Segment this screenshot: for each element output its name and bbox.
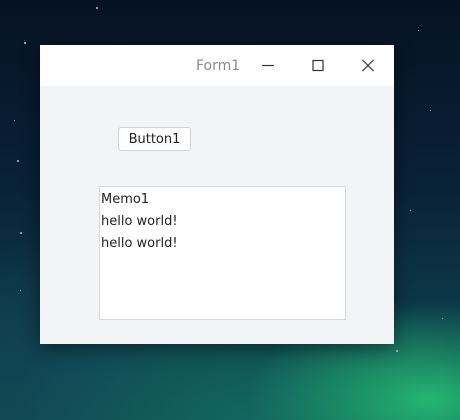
star: [17, 160, 19, 162]
star: [20, 290, 21, 291]
memo-line: Memo1: [101, 192, 150, 207]
star: [442, 318, 443, 319]
form1-window[interactable]: Form1 Button1 Memo1 hello world! hello w…: [40, 45, 394, 344]
minimize-button[interactable]: [251, 55, 285, 77]
close-icon: [362, 59, 374, 72]
star: [96, 7, 98, 9]
star: [20, 232, 22, 234]
memo-line: hello world!: [101, 236, 178, 251]
maximize-icon: [312, 59, 324, 72]
star: [396, 350, 398, 352]
star: [24, 42, 26, 44]
star: [410, 210, 411, 211]
memo1-textarea[interactable]: Memo1 hello world! hello world!: [99, 186, 346, 320]
maximize-button[interactable]: [301, 55, 335, 77]
memo-line: hello world!: [101, 214, 178, 229]
button1[interactable]: Button1: [118, 127, 191, 151]
window-title: Form1: [196, 58, 241, 74]
star: [418, 30, 419, 31]
titlebar[interactable]: Form1: [40, 45, 394, 86]
star: [14, 120, 15, 121]
close-button[interactable]: [351, 55, 385, 77]
minimize-icon: [262, 64, 274, 67]
star: [430, 110, 431, 111]
